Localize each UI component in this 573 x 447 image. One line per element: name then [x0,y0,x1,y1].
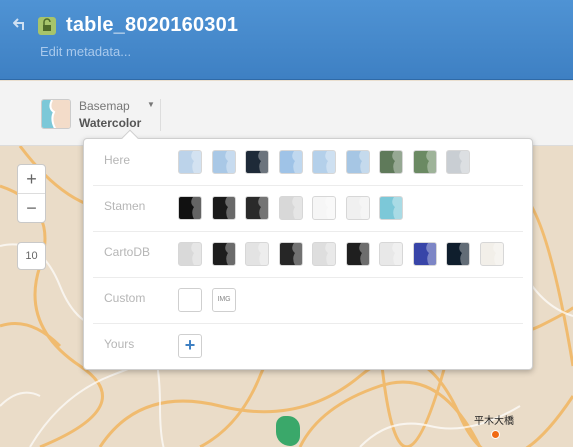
tile-coastline [280,151,302,173]
add-basemap-button[interactable]: + [178,334,202,358]
basemap-dropdown: Here Stamen CartoDB Custom IMG Yours + [83,129,534,370]
basemap-value[interactable]: Watercolor [79,116,141,130]
basemap-tile[interactable] [245,196,269,220]
basemap-tile[interactable] [211,196,236,220]
basemap-row-stamen: Stamen [84,185,534,231]
tile-coastline [179,197,201,219]
basemap-row-cartodb: CartoDB [84,231,534,277]
row-label: Stamen [104,199,146,213]
toolbar: Basemap ▼ Watercolor [0,81,573,146]
chevron-down-icon[interactable]: ▼ [147,100,155,109]
basemap-row-custom: Custom IMG [84,277,534,323]
map-place-marker[interactable] [491,430,500,439]
app-header: table_8020160301 Edit metadata... [0,0,573,80]
tile-coastline [246,197,268,219]
basemap-thumbnail[interactable] [41,99,71,129]
map-park-area [276,416,300,446]
tile-coastline [213,151,235,173]
basemap-tile[interactable] [379,196,403,220]
basemap-tile[interactable] [446,150,470,174]
tile-coastline [481,243,503,265]
basemap-tile[interactable] [278,242,303,266]
tile-coastline [246,243,268,265]
basemap-tile[interactable] [245,150,269,174]
zoom-level-indicator: 10 [17,242,46,270]
tile-coastline [179,243,201,265]
custom-url-tile[interactable] [178,288,202,312]
basemap-tile[interactable] [312,242,336,266]
basemap-tile[interactable] [211,242,236,266]
basemap-tile[interactable] [245,242,269,266]
basemap-tile[interactable] [379,150,403,174]
zoom-control: + − [17,164,46,223]
back-arrow-icon[interactable] [12,17,27,33]
tile-coastline [213,243,235,265]
tile-coastline [347,197,369,219]
basemap-tile[interactable] [178,150,202,174]
tile-coastline [380,197,402,219]
tile-coastline [313,151,335,173]
basemap-tile[interactable] [412,242,437,266]
row-label: CartoDB [104,245,151,259]
custom-image-tile[interactable]: IMG [212,288,236,312]
basemap-tile[interactable] [412,150,437,174]
basemap-tile[interactable] [278,196,303,220]
basemap-tile[interactable] [312,196,336,220]
basemap-tile[interactable] [312,150,336,174]
basemap-tile[interactable] [345,150,370,174]
basemap-tile[interactable] [178,196,202,220]
tile-coastline [447,243,469,265]
row-label: Here [104,153,131,167]
basemap-row-here: Here [84,139,534,185]
basemap-row-yours: Yours + [84,323,534,369]
tile-coastline [414,151,436,173]
tile-coastline [213,197,235,219]
toolbar-divider [160,99,161,131]
zoom-in-button[interactable]: + [18,165,45,194]
tile-coastline [280,197,302,219]
edit-metadata-link[interactable]: Edit metadata... [40,44,131,59]
basemap-tile[interactable] [479,242,504,266]
basemap-tile[interactable] [345,196,370,220]
tile-coastline [380,243,402,265]
basemap-tile[interactable] [211,150,236,174]
tile-coastline [447,151,469,173]
basemap-tile[interactable] [345,242,370,266]
basemap-tile[interactable] [178,242,202,266]
row-label: Yours [104,337,135,351]
row-label: Custom [104,291,146,305]
page-title[interactable]: table_8020160301 [66,14,238,37]
basemap-tile[interactable] [278,150,303,174]
tile-coastline [313,197,335,219]
tile-coastline [414,243,436,265]
basemap-label[interactable]: Basemap [79,99,130,113]
basemap-tile[interactable] [446,242,470,266]
tile-coastline [246,151,268,173]
basemap-tile[interactable] [379,242,403,266]
unlocked-icon[interactable] [38,17,56,35]
tile-coastline [380,151,402,173]
tile-coastline [313,243,335,265]
tile-coastline [347,243,369,265]
map-place-label: 平木大橋 [474,416,514,427]
tile-coastline [179,151,201,173]
tile-coastline [280,243,302,265]
zoom-out-button[interactable]: − [18,194,45,223]
tile-coastline [347,151,369,173]
